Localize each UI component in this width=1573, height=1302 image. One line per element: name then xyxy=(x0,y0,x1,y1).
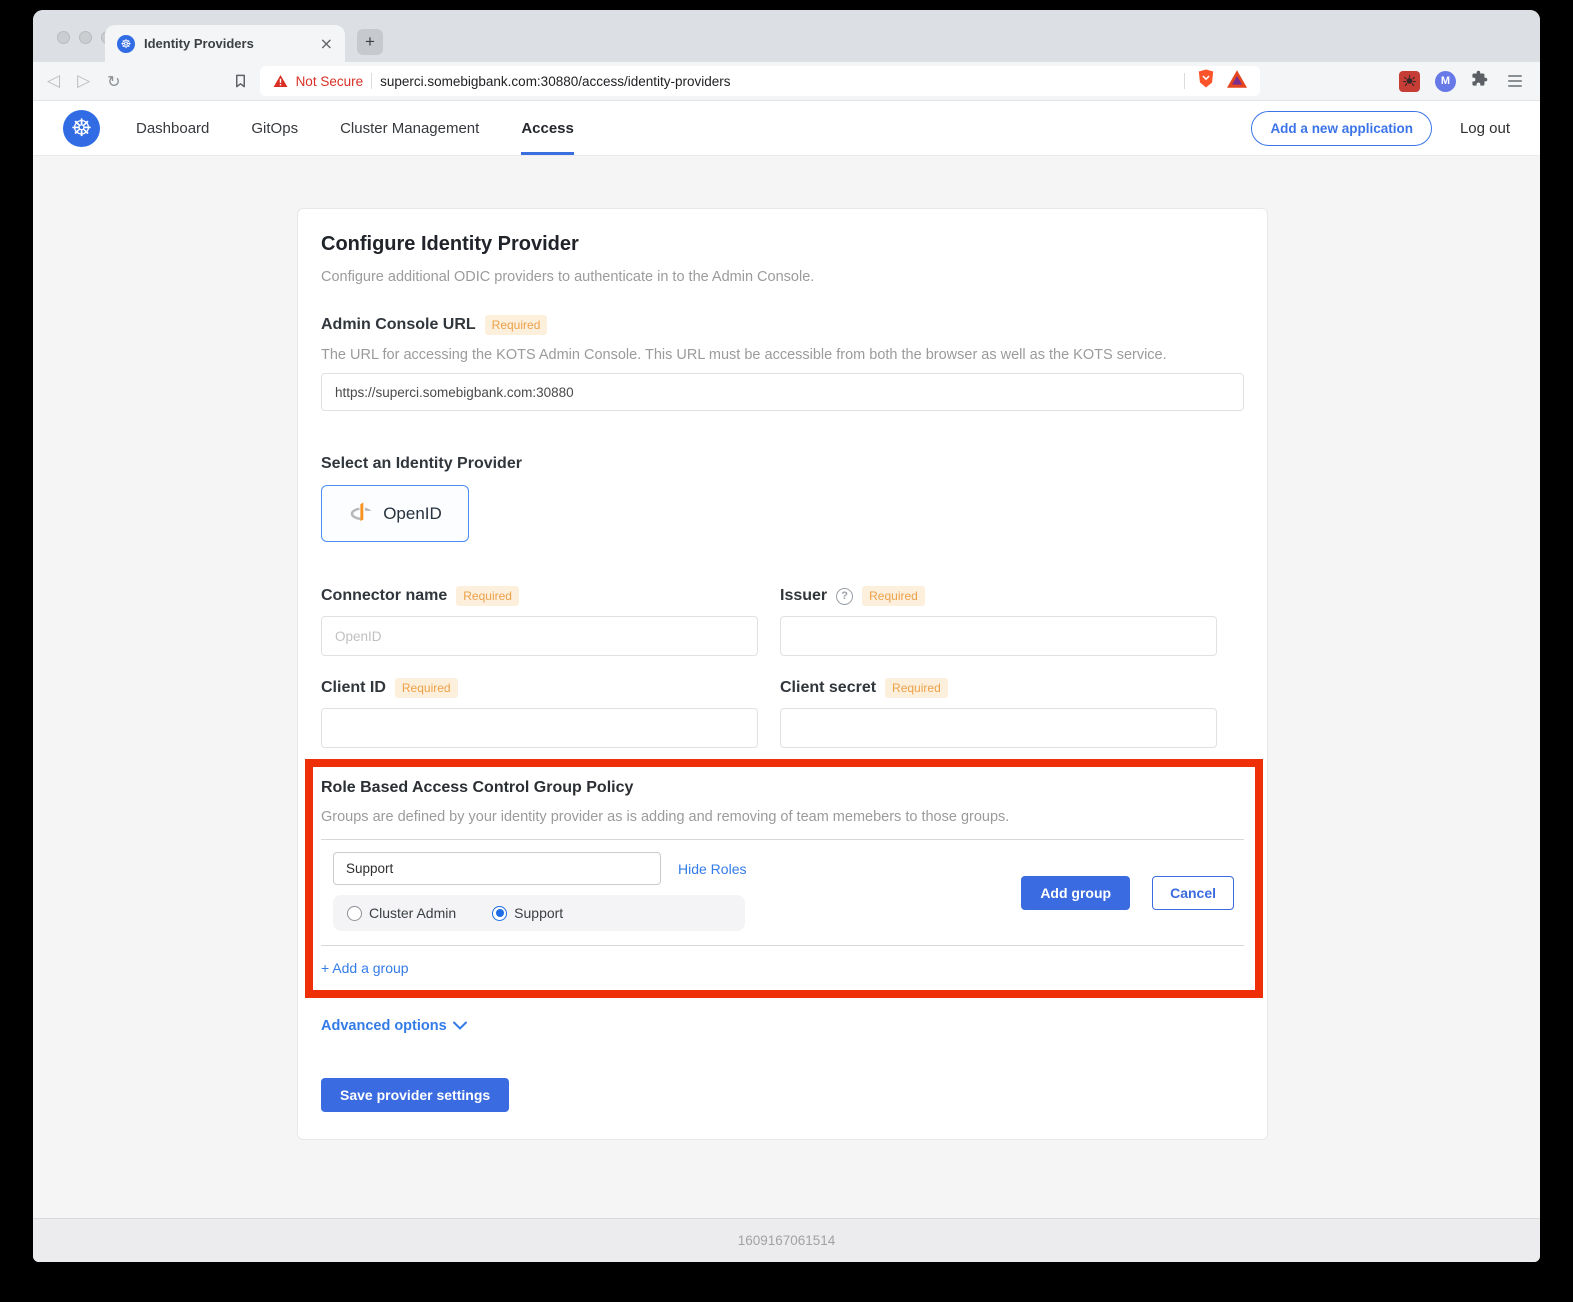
openid-label: OpenID xyxy=(383,504,442,524)
client-secret-label-row: Client secret Required xyxy=(780,678,1217,698)
advanced-options-toggle[interactable]: Advanced options xyxy=(321,1018,1244,1034)
extensions-puzzle-icon[interactable] xyxy=(1471,70,1488,92)
tab-title: Identity Providers xyxy=(144,36,311,51)
browser-window: ☸ Identity Providers × + ◁ ▷ ↻ Not Secur… xyxy=(33,10,1540,1262)
required-badge: Required xyxy=(885,678,948,698)
identity-provider-label: Select an Identity Provider xyxy=(321,455,1244,473)
group-name-input[interactable] xyxy=(333,852,661,885)
footer-timestamp: 1609167061514 xyxy=(738,1233,836,1248)
radio-checked-icon[interactable] xyxy=(492,906,507,921)
kubernetes-favicon-icon: ☸ xyxy=(117,35,135,53)
radio-cluster-admin[interactable]: Cluster Admin xyxy=(347,905,456,921)
radio-support[interactable]: Support xyxy=(492,905,563,921)
page-title: Configure Identity Provider xyxy=(321,233,1244,256)
admin-console-url-label-row: Admin Console URL Required xyxy=(321,315,1244,335)
add-group-button[interactable]: Add group xyxy=(1021,876,1130,910)
app-footer: 1609167061514 xyxy=(33,1218,1540,1262)
roles-radio-panel: Cluster Admin Support xyxy=(333,895,745,931)
browser-menu-icon[interactable] xyxy=(1508,75,1522,87)
rbac-description: Groups are defined by your identity prov… xyxy=(321,809,1244,825)
required-badge: Required xyxy=(395,678,458,698)
connector-name-input[interactable] xyxy=(321,616,758,656)
browser-tab[interactable]: ☸ Identity Providers × xyxy=(105,25,345,62)
admin-console-url-help: The URL for accessing the KOTS Admin Con… xyxy=(321,347,1244,363)
save-provider-settings-button[interactable]: Save provider settings xyxy=(321,1078,509,1112)
bookmark-icon[interactable] xyxy=(233,73,248,89)
hide-roles-link[interactable]: Hide Roles xyxy=(678,861,746,877)
add-new-application-button[interactable]: Add a new application xyxy=(1251,111,1432,146)
chevron-down-icon xyxy=(453,1018,467,1034)
kubernetes-logo-icon[interactable]: ☸ xyxy=(63,110,100,147)
divider xyxy=(321,839,1244,840)
client-id-label-row: Client ID Required xyxy=(321,678,758,698)
openid-logo-icon xyxy=(348,498,375,530)
brave-rewards-icon[interactable] xyxy=(1227,70,1247,93)
divider xyxy=(321,945,1244,946)
tab-strip: ☸ Identity Providers × + xyxy=(33,10,1540,62)
divider xyxy=(1184,73,1185,89)
url-text[interactable]: superci.somebigbank.com:30880/access/ide… xyxy=(380,74,730,89)
page-subtitle: Configure additional ODIC providers to a… xyxy=(321,269,1244,285)
rbac-title: Role Based Access Control Group Policy xyxy=(321,779,1244,797)
reload-button[interactable]: ↻ xyxy=(107,72,120,91)
main-nav: Dashboard GitOps Cluster Management Acce… xyxy=(136,101,574,155)
radio-unchecked-icon[interactable] xyxy=(347,906,362,921)
app-header: ☸ Dashboard GitOps Cluster Management Ac… xyxy=(33,101,1540,156)
openid-provider-tile[interactable]: OpenID xyxy=(321,485,469,542)
logout-link[interactable]: Log out xyxy=(1460,120,1510,137)
group-editor: Hide Roles Add group Cancel Cluster Admi… xyxy=(321,852,1244,931)
nav-item-gitops[interactable]: GitOps xyxy=(251,101,298,155)
required-badge: Required xyxy=(485,315,548,335)
annotation-highlight-box: Role Based Access Control Group Policy G… xyxy=(305,759,1263,998)
minimize-window-button[interactable] xyxy=(79,31,92,44)
admin-console-url-label: Admin Console URL xyxy=(321,316,476,334)
address-bar[interactable]: Not Secure superci.somebigbank.com:30880… xyxy=(260,66,1260,96)
profile-avatar[interactable]: M xyxy=(1435,71,1456,92)
new-tab-button[interactable]: + xyxy=(357,29,383,55)
browser-toolbar: ◁ ▷ ↻ Not Secure superci.somebigbank.com… xyxy=(33,62,1540,101)
client-secret-input[interactable] xyxy=(780,708,1217,748)
required-badge: Required xyxy=(862,586,925,606)
warning-triangle-icon xyxy=(273,74,288,88)
admin-console-url-input[interactable] xyxy=(321,373,1244,411)
nav-item-access[interactable]: Access xyxy=(521,101,574,155)
nav-item-dashboard[interactable]: Dashboard xyxy=(136,101,209,155)
nav-item-cluster-management[interactable]: Cluster Management xyxy=(340,101,479,155)
forward-button[interactable]: ▷ xyxy=(77,71,90,91)
tab-close-icon[interactable]: × xyxy=(320,34,333,53)
issuer-input[interactable] xyxy=(780,616,1217,656)
adblock-extension-icon[interactable] xyxy=(1399,71,1420,92)
not-secure-label[interactable]: Not Secure xyxy=(296,74,364,89)
client-id-input[interactable] xyxy=(321,708,758,748)
divider xyxy=(371,73,372,89)
extension-area: M xyxy=(1399,70,1526,92)
configure-identity-provider-card: Configure Identity Provider Configure ad… xyxy=(297,208,1268,1140)
connector-name-label-row: Connector name Required xyxy=(321,586,758,606)
cancel-button[interactable]: Cancel xyxy=(1152,876,1234,910)
back-button[interactable]: ◁ xyxy=(47,71,60,91)
brave-shield-icon[interactable] xyxy=(1197,68,1215,94)
issuer-label-row: Issuer ? Required xyxy=(780,586,1217,606)
required-badge: Required xyxy=(456,586,519,606)
add-a-group-link[interactable]: + Add a group xyxy=(321,960,409,976)
close-window-button[interactable] xyxy=(57,31,70,44)
help-question-icon[interactable]: ? xyxy=(836,588,853,605)
page-background: Configure Identity Provider Configure ad… xyxy=(33,156,1540,1262)
